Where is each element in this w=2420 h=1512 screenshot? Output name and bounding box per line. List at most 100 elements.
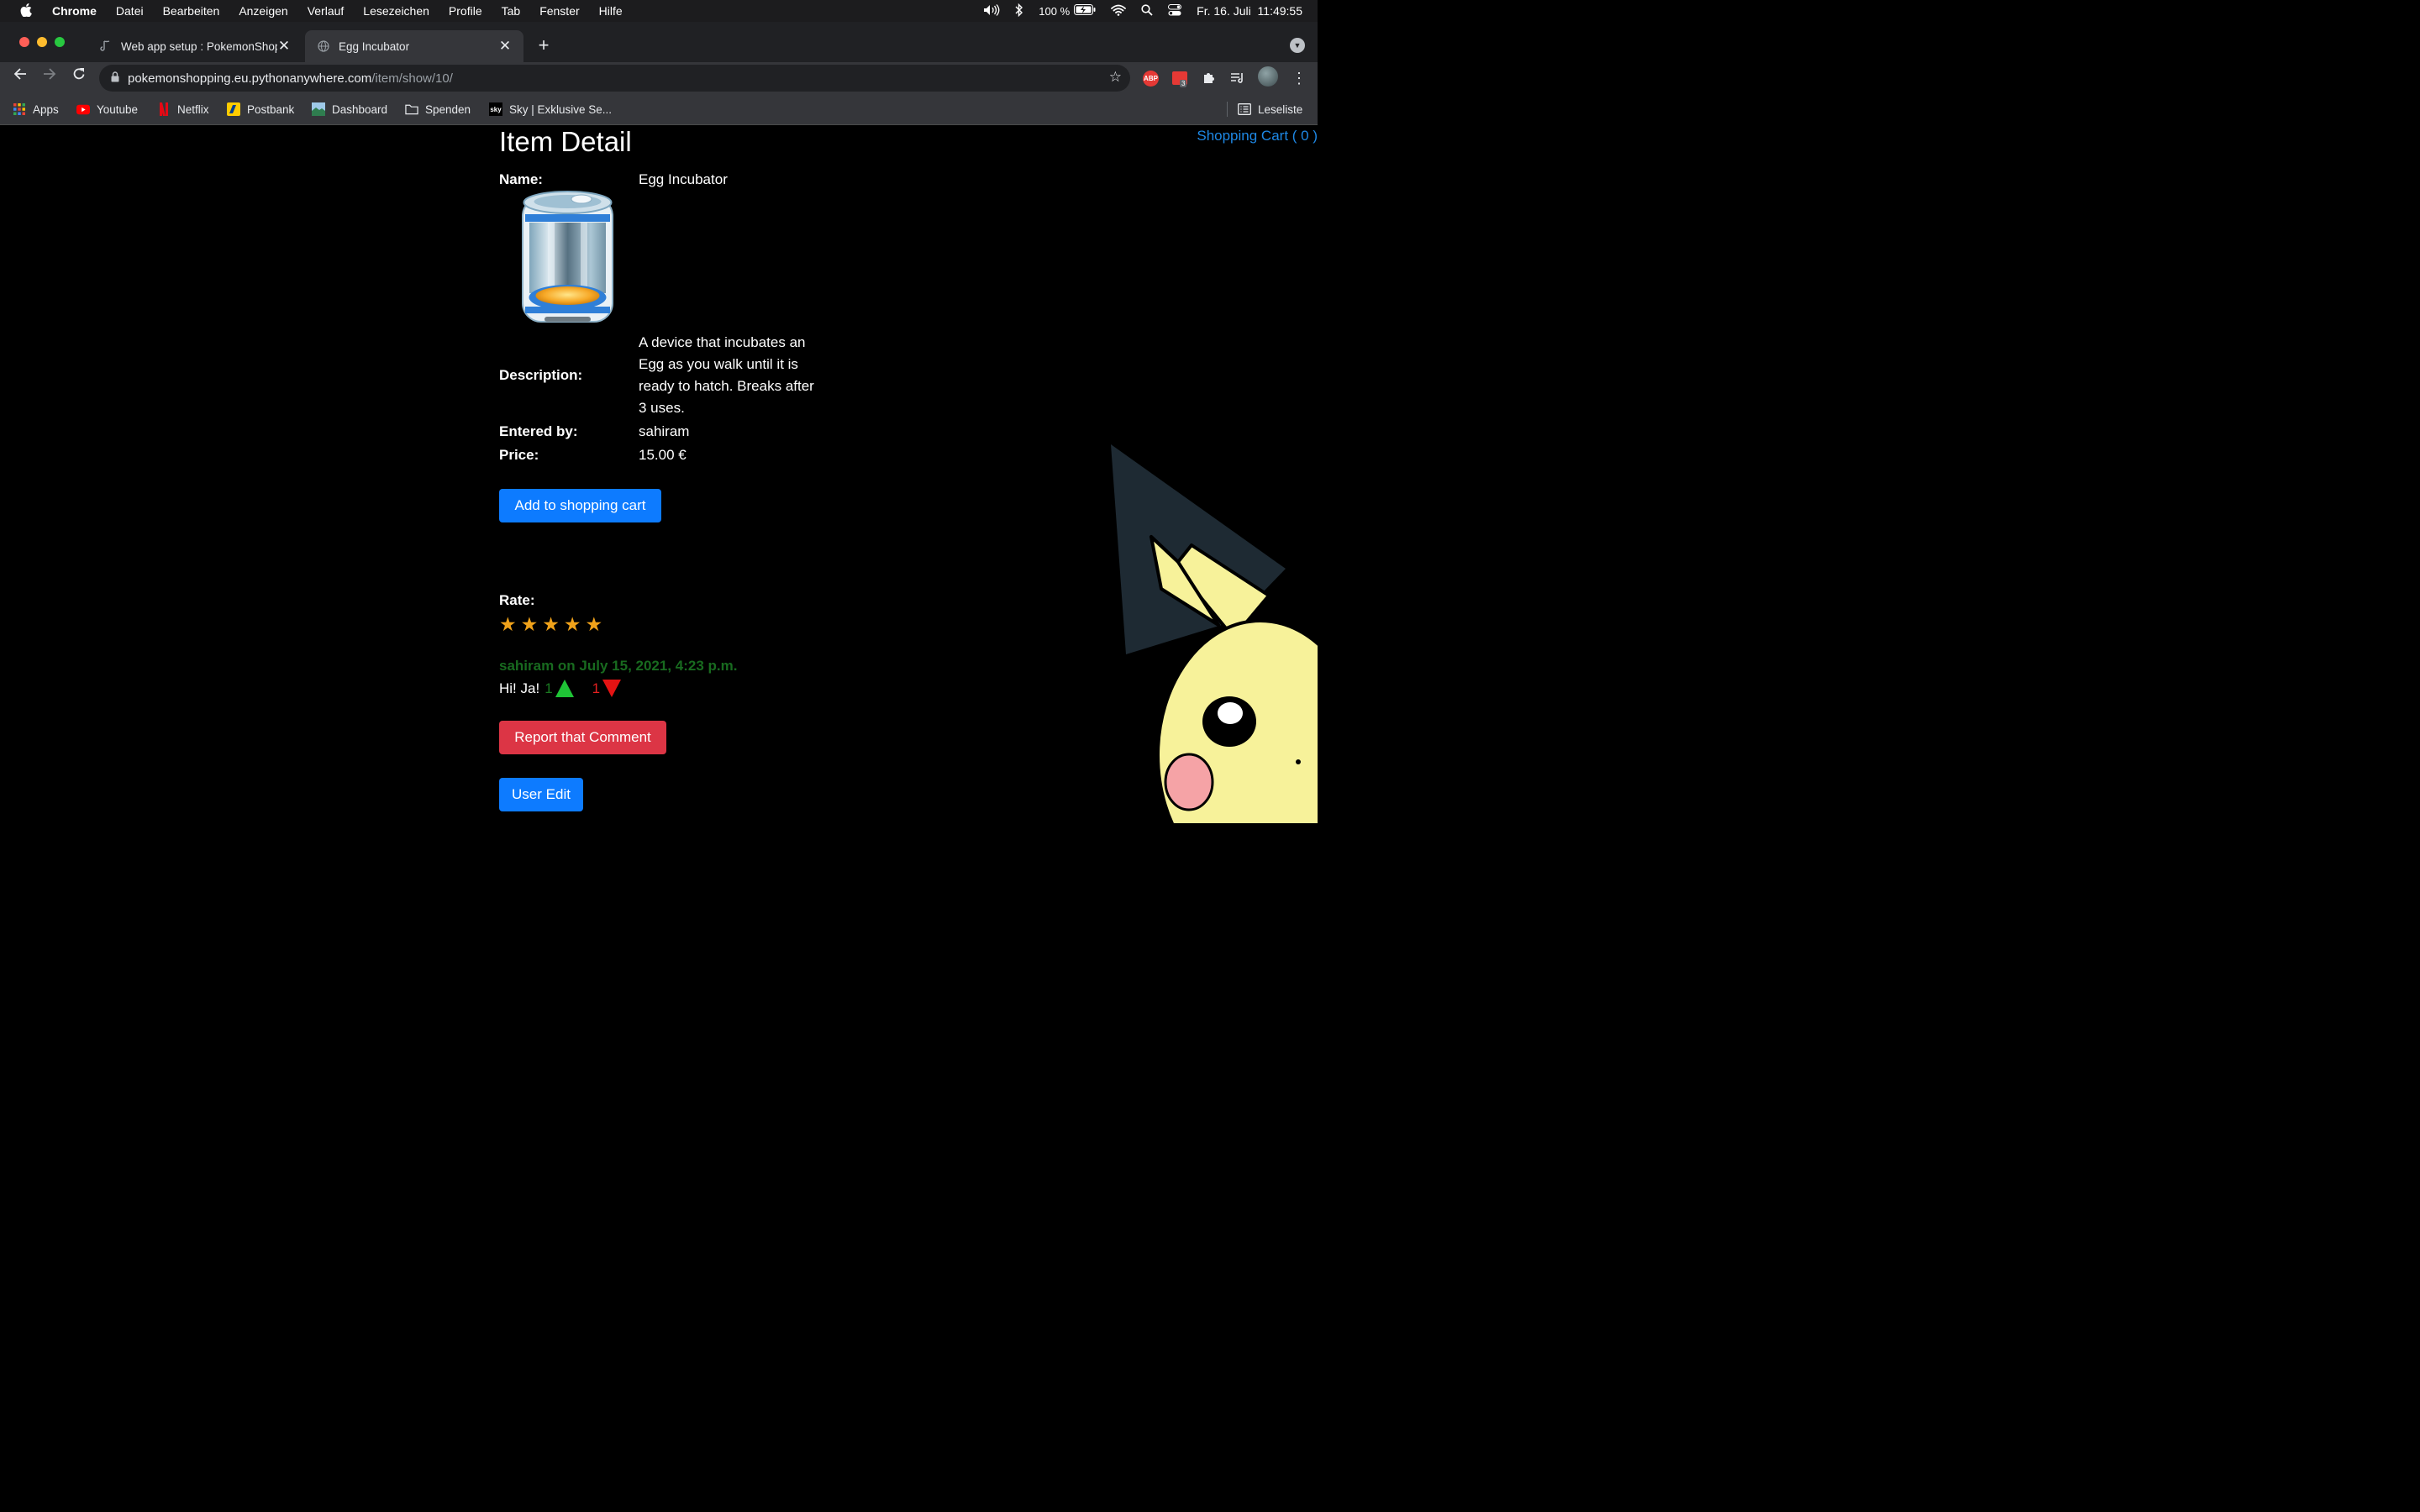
bookmarks-bar: Apps Youtube Netflix Postbank Dashboard … — [0, 94, 1318, 125]
bookmark-star-icon[interactable]: ☆ — [1109, 69, 1122, 86]
star-icon[interactable]: ★ — [586, 614, 603, 634]
menu-profile[interactable]: Profile — [449, 4, 482, 18]
browser-tab-strip: Web app setup : PokemonShop ✕ Egg Incuba… — [0, 22, 1318, 62]
star-icon[interactable]: ★ — [521, 614, 539, 634]
pichu-background-image — [1101, 444, 1318, 823]
zoom-window-button[interactable] — [55, 37, 65, 47]
back-arrow-icon[interactable] — [10, 67, 30, 86]
adblock-plus-icon[interactable]: ABP — [1143, 70, 1159, 87]
entered-by-value: sahiram — [639, 423, 690, 439]
bookmarks-divider — [1227, 102, 1228, 117]
chrome-menu-icon[interactable]: ⋮ — [1292, 70, 1307, 87]
menu-lesezeichen[interactable]: Lesezeichen — [363, 4, 429, 18]
menu-verlauf[interactable]: Verlauf — [308, 4, 345, 18]
page-viewport: Shopping Cart ( 0 ) Item Detail Name: Eg… — [0, 125, 1318, 823]
tab-search-chevron-icon[interactable]: ▼ — [1290, 38, 1305, 53]
star-icon[interactable]: ★ — [542, 614, 560, 634]
extension-badge: 3 — [1180, 80, 1187, 87]
reading-list-icon — [1238, 102, 1251, 116]
downvote-count: 1 — [592, 680, 601, 696]
tab-label: Egg Incubator — [339, 39, 410, 53]
page-title: Item Detail — [499, 126, 632, 157]
globe-icon — [317, 39, 330, 53]
price-value: 15.00 € — [639, 447, 687, 463]
url-path: /item/show/10/ — [371, 71, 453, 86]
bookmark-postbank[interactable]: Postbank — [227, 101, 294, 118]
reading-list-button[interactable]: Leseliste — [1238, 101, 1302, 118]
rate-label: Rate: — [499, 592, 535, 608]
menu-tab[interactable]: Tab — [502, 4, 521, 18]
menu-hilfe[interactable]: Hilfe — [599, 4, 623, 18]
sky-logo-icon: sky — [489, 102, 502, 116]
bookmark-label: Spenden — [425, 102, 471, 116]
tab-label: Web app setup : PokemonShop — [121, 39, 277, 53]
description-label: Description: — [499, 367, 583, 383]
star-icon[interactable]: ★ — [564, 614, 581, 634]
postbank-icon — [227, 102, 240, 116]
profile-avatar[interactable] — [1258, 66, 1278, 87]
apps-grid-icon — [13, 102, 26, 116]
item-name: Egg Incubator — [639, 171, 728, 187]
folder-icon — [405, 102, 418, 116]
upvote-count: 1 — [544, 680, 553, 696]
battery-percent: 100 % — [1039, 4, 1071, 18]
volume-icon[interactable] — [983, 3, 1000, 18]
forward-arrow-icon[interactable] — [39, 67, 60, 86]
menu-bearbeiten[interactable]: Bearbeiten — [163, 4, 220, 18]
add-to-cart-button[interactable]: Add to shopping cart — [499, 489, 661, 522]
bookmark-apps[interactable]: Apps — [13, 101, 59, 118]
menu-datei[interactable]: Datei — [116, 4, 144, 18]
comment-text: Hi! Ja! — [499, 680, 540, 696]
netflix-icon — [157, 102, 171, 116]
rating-stars[interactable]: ★ ★ ★ ★ ★ — [499, 614, 602, 634]
tab-egg-incubator[interactable]: Egg Incubator ✕ — [305, 30, 523, 62]
reload-icon[interactable] — [69, 67, 89, 86]
lock-icon[interactable] — [111, 71, 119, 85]
user-edit-button[interactable]: User Edit — [499, 778, 583, 811]
apple-icon[interactable] — [18, 3, 34, 19]
menu-fenster[interactable]: Fenster — [539, 4, 579, 18]
star-icon[interactable]: ★ — [499, 614, 517, 634]
bluetooth-icon[interactable] — [1015, 3, 1023, 19]
menubar-status-area: 100 % Fr. 16. Juli 11:49:55 — [983, 0, 1302, 22]
extension-red-icon[interactable]: 3 — [1172, 70, 1187, 87]
battery-icon[interactable] — [1074, 4, 1096, 18]
minimize-window-button[interactable] — [37, 37, 47, 47]
bookmark-dashboard[interactable]: Dashboard — [312, 101, 387, 118]
spotlight-search-icon[interactable] — [1141, 3, 1153, 18]
macos-menubar: Chrome Datei Bearbeiten Anzeigen Verlauf… — [0, 0, 1318, 22]
bookmark-label: Dashboard — [332, 102, 388, 116]
pythonanywhere-favicon-icon — [99, 39, 113, 53]
address-bar[interactable]: pokemonshopping.eu.pythonanywhere.com/it… — [99, 65, 1130, 92]
bookmark-label: Apps — [33, 102, 59, 116]
control-center-icon[interactable] — [1168, 3, 1182, 18]
close-tab-icon[interactable]: ✕ — [498, 38, 512, 55]
bookmark-youtube[interactable]: Youtube — [76, 101, 138, 118]
bookmark-label: Youtube — [97, 102, 139, 116]
tab-web-app-setup[interactable]: Web app setup : PokemonShop ✕ — [87, 30, 302, 62]
shopping-cart-link[interactable]: Shopping Cart ( 0 ) — [1197, 128, 1318, 144]
close-tab-icon[interactable]: ✕ — [277, 38, 291, 55]
extensions-puzzle-icon[interactable] — [1202, 70, 1217, 87]
downvote-arrow-icon[interactable] — [602, 680, 622, 697]
menubar-datetime[interactable]: Fr. 16. Juli 11:49:55 — [1197, 4, 1302, 18]
wifi-icon[interactable] — [1111, 4, 1127, 18]
youtube-icon — [76, 102, 90, 116]
bookmark-sky[interactable]: sky Sky | Exklusive Se... — [489, 101, 612, 118]
menu-anzeigen[interactable]: Anzeigen — [239, 4, 287, 18]
new-tab-plus-icon[interactable]: + — [534, 36, 553, 55]
media-queue-icon[interactable] — [1230, 70, 1245, 87]
entered-by-label: Entered by: — [499, 423, 578, 439]
bookmark-label: Netflix — [177, 102, 209, 116]
bookmark-label: Sky | Exklusive Se... — [509, 102, 613, 116]
bookmark-folder-spenden[interactable]: Spenden — [405, 101, 471, 118]
close-window-button[interactable] — [19, 37, 29, 47]
report-comment-button[interactable]: Report that Comment — [499, 721, 666, 754]
bookmark-label: Postbank — [247, 102, 295, 116]
url-host: pokemonshopping.eu.pythonanywhere.com — [128, 71, 372, 86]
menu-app-name[interactable]: Chrome — [52, 4, 97, 18]
bookmark-netflix[interactable]: Netflix — [157, 101, 209, 118]
window-controls — [19, 37, 65, 47]
item-image-egg-incubator — [519, 189, 616, 330]
upvote-arrow-icon[interactable] — [555, 680, 574, 697]
